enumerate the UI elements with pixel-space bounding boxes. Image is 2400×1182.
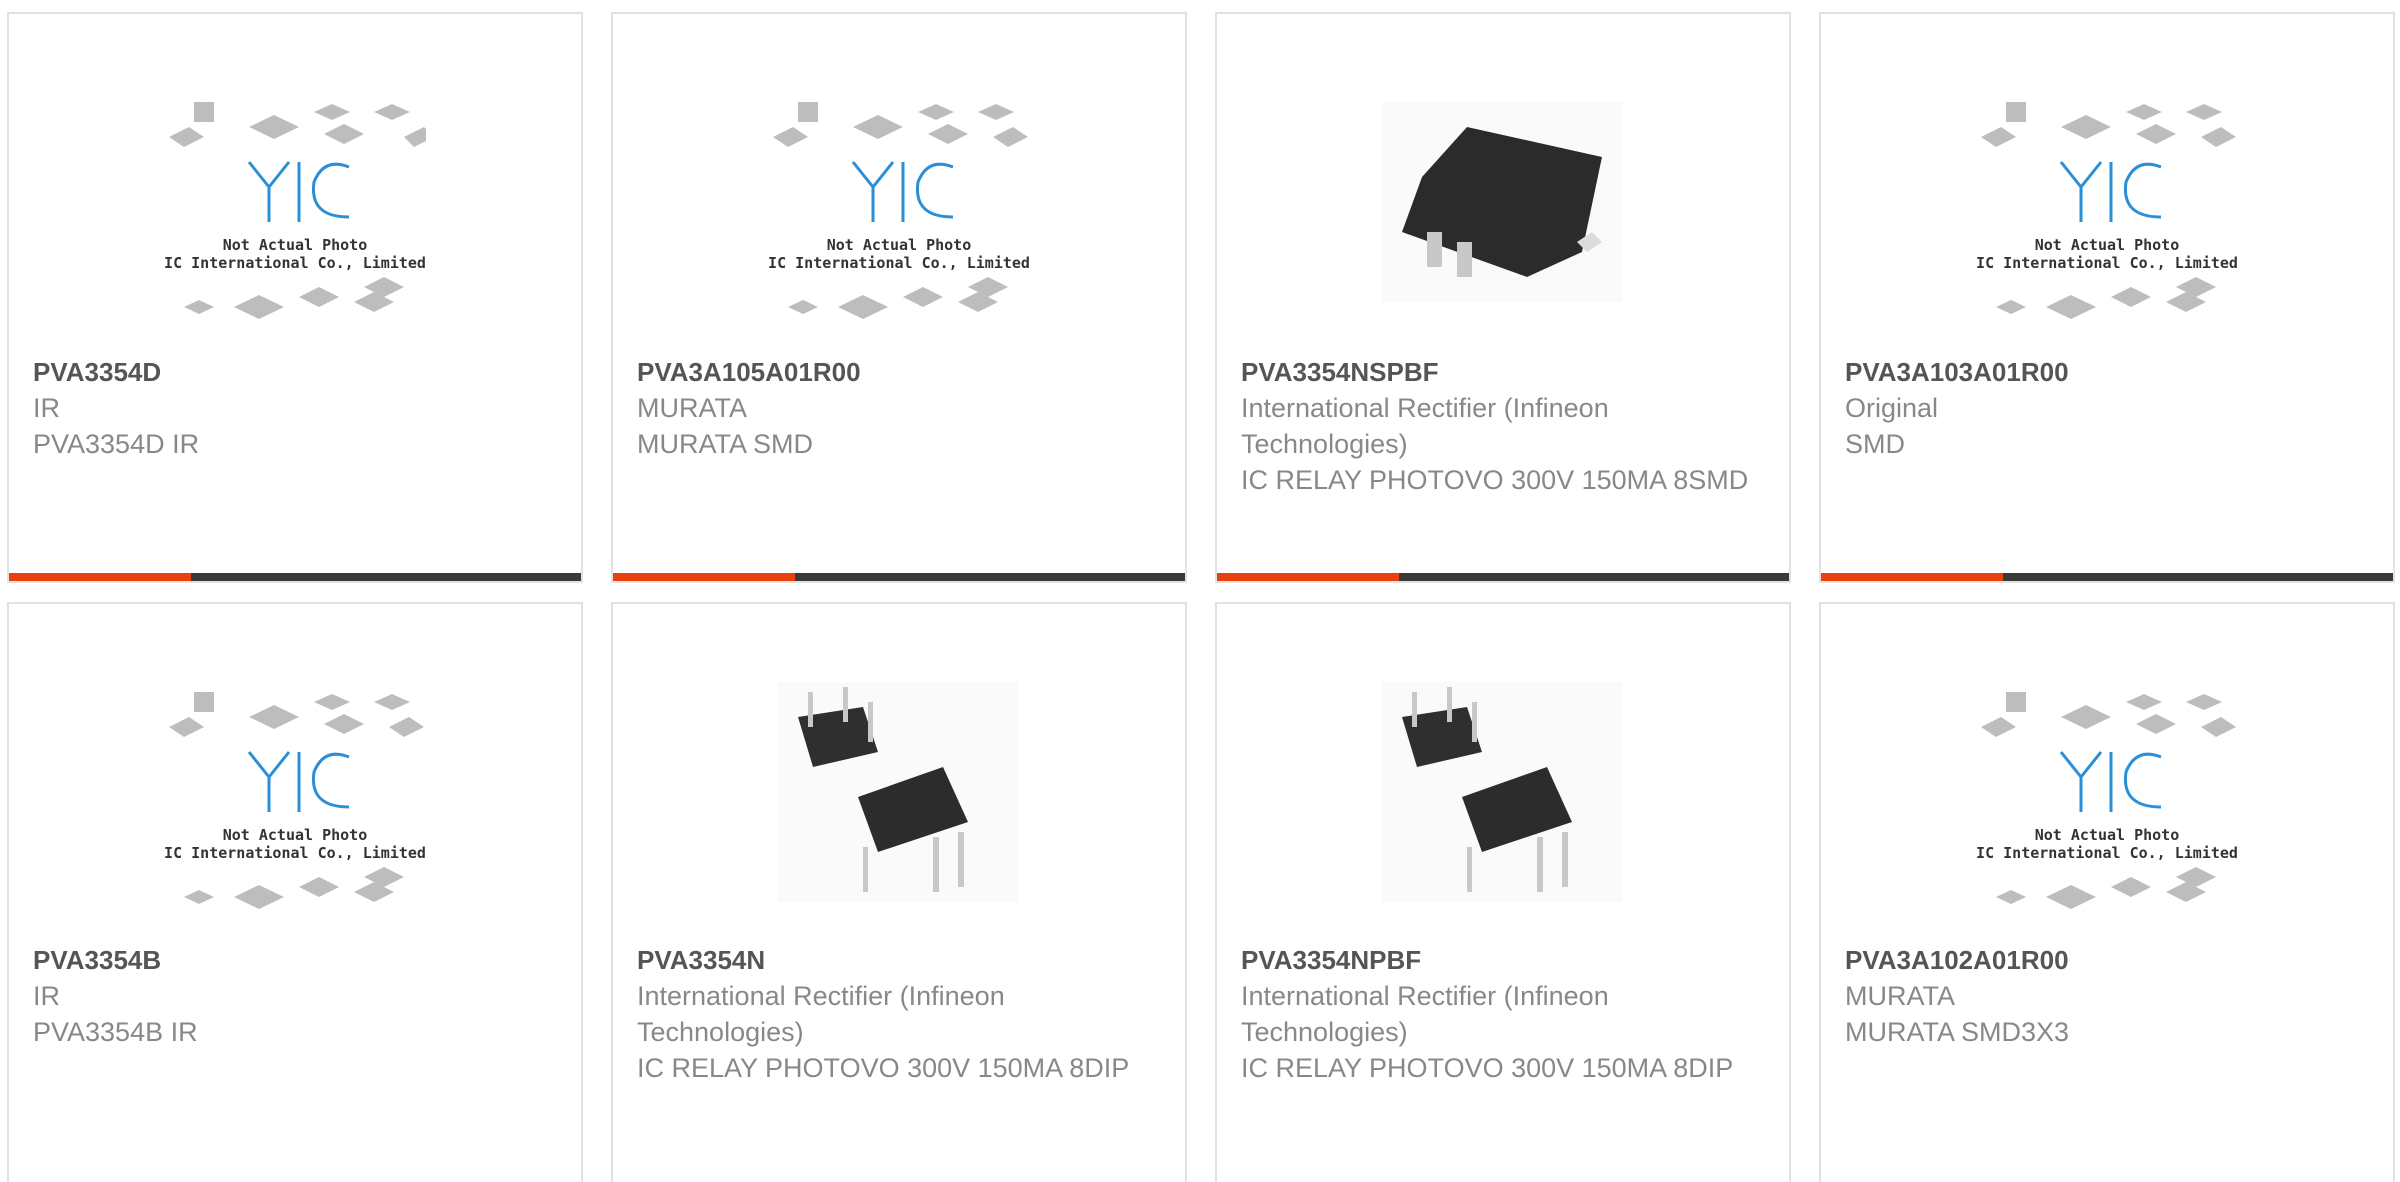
manufacturer: International Rectifier (Infineon Techno… xyxy=(1241,981,1609,1047)
yic-placeholder-icon: Not Actual PhotoYIC International Co., L… xyxy=(1976,102,2238,319)
dip-chip-icon xyxy=(778,682,1018,902)
part-number[interactable]: PVA3354N xyxy=(637,942,1165,978)
yic-placeholder-icon: Not Actual PhotoYIC International Co., L… xyxy=(768,102,1030,319)
product-image[interactable] xyxy=(768,672,1030,934)
yic-placeholder-icon: Not Actual PhotoYIC International Co., L… xyxy=(1976,692,2238,909)
part-number[interactable]: PVA3354D xyxy=(33,354,561,390)
description: MURATA SMD xyxy=(637,429,814,459)
manufacturer: IR xyxy=(33,981,60,1011)
placeholder-caption: Not Actual Photo xyxy=(223,826,368,844)
description: IC RELAY PHOTOVO 300V 150MA 8DIP xyxy=(637,1053,1130,1083)
part-number[interactable]: PVA3A105A01R00 xyxy=(637,354,1165,390)
description: IC RELAY PHOTOVO 300V 150MA 8SMD xyxy=(1241,465,1749,495)
card-footer-bar xyxy=(613,573,1185,581)
card-footer-bar xyxy=(9,573,581,581)
product-grid: Not Actual Photo YIC International Co., L… xyxy=(0,0,2400,1182)
manufacturer: MURATA xyxy=(1845,981,1955,1011)
description: PVA3354D IR xyxy=(33,429,200,459)
product-image-placeholder[interactable]: Not Actual Photo YIC International Co., L… xyxy=(164,672,426,934)
product-card[interactable]: PVA3354NSPBF International Rectifier (In… xyxy=(1215,12,1791,583)
card-accent-bar xyxy=(613,573,795,581)
description: PVA3354B IR xyxy=(33,1017,198,1047)
manufacturer: International Rectifier (Infineon Techno… xyxy=(637,981,1005,1047)
product-card[interactable]: Not Actual Photo YIC International Co., L… xyxy=(7,12,583,583)
placeholder-caption: YIC International Co., Limited. xyxy=(164,254,426,272)
product-image[interactable] xyxy=(1372,672,1634,934)
yic-placeholder-icon: Not Actual PhotoYIC International Co., L… xyxy=(164,692,426,909)
card-footer-bar xyxy=(1821,573,2393,581)
placeholder-caption: YIC International Co., Limited. xyxy=(768,254,1030,272)
part-number[interactable]: PVA3A103A01R00 xyxy=(1845,354,2373,390)
manufacturer: International Rectifier (Infineon Techno… xyxy=(1241,393,1609,459)
description: SMD xyxy=(1845,429,1905,459)
placeholder-caption: Not Actual Photo xyxy=(827,236,972,254)
placeholder-caption: YIC International Co., Limited. xyxy=(164,844,426,862)
product-image[interactable] xyxy=(1372,82,1634,344)
product-card[interactable]: Not Actual Photo YIC International Co., L… xyxy=(1819,602,2395,1182)
dip-chip-icon xyxy=(1382,682,1622,902)
yic-placeholder-icon: Not Actual PhotoYIC International Co., L… xyxy=(164,102,426,319)
placeholder-caption: Not Actual Photo xyxy=(223,236,368,254)
product-image-placeholder[interactable]: Not Actual Photo YIC International Co., L… xyxy=(1976,672,2238,934)
manufacturer: Original xyxy=(1845,393,1939,423)
description: MURATA SMD3X3 xyxy=(1845,1017,2070,1047)
placeholder-caption: YIC International Co., Limited. xyxy=(1976,844,2238,862)
product-card[interactable]: Not Actual Photo YIC International Co., L… xyxy=(7,602,583,1182)
product-card[interactable]: Not Actual Photo YIC International Co., L… xyxy=(611,12,1187,583)
card-accent-bar xyxy=(1217,573,1399,581)
card-accent-bar xyxy=(1821,573,2003,581)
part-number[interactable]: PVA3354B xyxy=(33,942,561,978)
product-card[interactable]: PVA3354NPBF International Rectifier (Inf… xyxy=(1215,602,1791,1182)
smd-chip-icon xyxy=(1382,102,1622,302)
placeholder-caption: Not Actual Photo xyxy=(2035,236,2180,254)
part-number[interactable]: PVA3A102A01R00 xyxy=(1845,942,2373,978)
placeholder-caption: Not Actual Photo xyxy=(2035,826,2180,844)
product-card[interactable]: Not Actual Photo YIC International Co., L… xyxy=(1819,12,2395,583)
card-footer-bar xyxy=(1217,573,1789,581)
placeholder-caption: YIC International Co., Limited. xyxy=(1976,254,2238,272)
product-card[interactable]: PVA3354N International Rectifier (Infine… xyxy=(611,602,1187,1182)
product-image-placeholder[interactable]: Not Actual Photo YIC International Co., L… xyxy=(1976,82,2238,344)
part-number[interactable]: PVA3354NSPBF xyxy=(1241,354,1769,390)
product-image-placeholder[interactable]: Not Actual Photo YIC International Co., L… xyxy=(164,82,426,344)
card-accent-bar xyxy=(9,573,191,581)
manufacturer: IR xyxy=(33,393,60,423)
product-image-placeholder[interactable]: Not Actual Photo YIC International Co., L… xyxy=(768,82,1030,344)
description: IC RELAY PHOTOVO 300V 150MA 8DIP xyxy=(1241,1053,1734,1083)
manufacturer: MURATA xyxy=(637,393,747,423)
part-number[interactable]: PVA3354NPBF xyxy=(1241,942,1769,978)
